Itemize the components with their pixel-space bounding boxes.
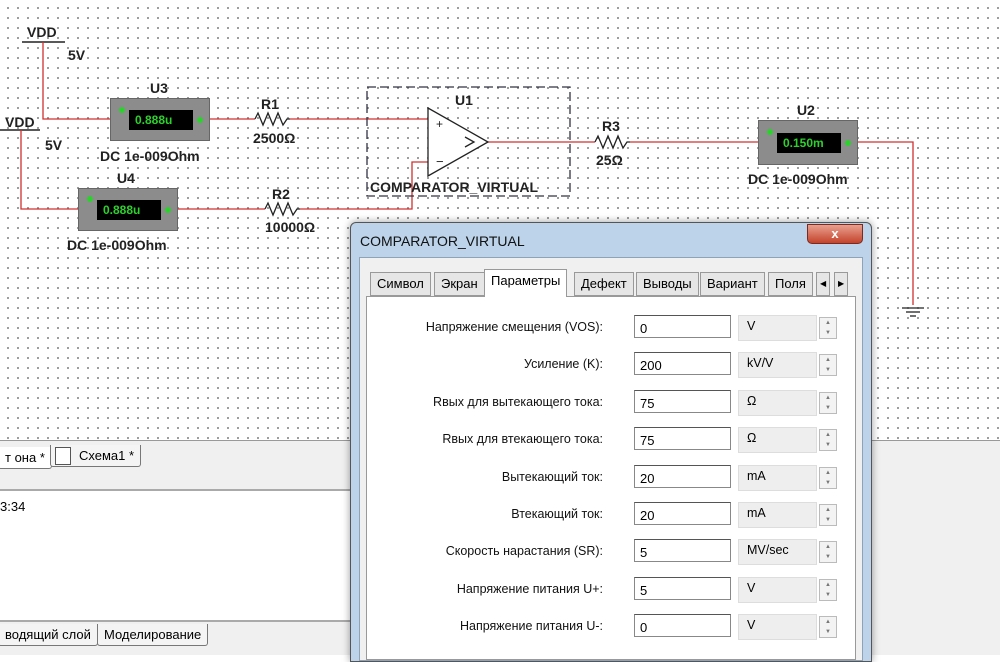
doc-tab-schema1[interactable]: Схема1 * xyxy=(50,445,142,467)
param-label: Rвых для втекающего тока: xyxy=(442,432,603,447)
param-row: Скорость нарастания (SR): 5 MV/sec ▲ ▼ xyxy=(367,539,855,566)
meter-u2[interactable]: 0.150m xyxy=(758,120,858,165)
resistor-r2-ref: R2 xyxy=(272,186,290,202)
resistor-r2-symbol xyxy=(264,201,300,217)
spinner-icon[interactable]: ▲ ▼ xyxy=(819,616,837,639)
param-row: Втекающий ток: 20 mA ▲ ▼ xyxy=(367,502,855,528)
comparator-name[interactable]: COMPARATOR_VIRTUAL xyxy=(370,179,538,195)
doc-tab-label: Схема1 * xyxy=(79,448,135,463)
param-label: Напряжение питания U+: xyxy=(456,581,603,596)
tab-symbol[interactable]: Символ xyxy=(370,272,431,296)
vdd-label: VDD xyxy=(5,114,35,130)
resistor-r3-value: 25Ω xyxy=(596,152,623,168)
param-label: Напряжение смещения (VOS): xyxy=(425,320,603,334)
comparator-minus: − xyxy=(436,154,444,169)
output-text: 3:34 xyxy=(0,499,26,514)
tab-parameters[interactable]: Параметры xyxy=(484,269,568,297)
param-label: Rвых для вытекающего тока: xyxy=(433,394,603,409)
meter-u4-caption: DC 1e-009Ohm xyxy=(67,237,167,253)
param-value-input[interactable]: 5 xyxy=(634,539,731,563)
tab-pins[interactable]: Выводы xyxy=(636,272,699,296)
resistor-r3-symbol xyxy=(594,134,630,150)
meter-u3[interactable]: 0.888u xyxy=(110,98,210,141)
param-unit-select[interactable]: Ω xyxy=(738,389,817,416)
param-value-input[interactable]: 20 xyxy=(634,502,731,525)
param-value-input[interactable]: 20 xyxy=(634,464,731,488)
parameters-panel: Напряжение смещения (VOS): 0 V ▲ ▼ Усилени… xyxy=(366,296,856,660)
spinner-icon[interactable]: ▲ ▼ xyxy=(819,466,837,489)
param-label: Втекающий ток: xyxy=(511,507,603,521)
param-row: Усиление (K): 200 kV/V ▲ ▼ xyxy=(367,352,855,379)
dialog-title: COMPARATOR_VIRTUAL xyxy=(360,233,525,249)
comparator-ref: U1 xyxy=(455,92,473,108)
meter-u2-display: 0.150m xyxy=(777,133,841,153)
param-unit-select[interactable]: MV/sec xyxy=(738,539,817,566)
vdd-label: VDD xyxy=(27,24,57,40)
param-value-input[interactable]: 5 xyxy=(634,576,731,600)
param-row: Rвых для вытекающего тока: 75 Ω ▲ ▼ xyxy=(367,389,855,416)
tab-scroll-right-icon[interactable]: ▶ xyxy=(834,272,849,296)
tab-display[interactable]: Экран xyxy=(434,272,485,296)
spinner-icon[interactable]: ▲ ▼ xyxy=(819,504,837,526)
param-unit-select[interactable]: kV/V xyxy=(738,352,817,379)
meter-u3-display: 0.888u xyxy=(129,110,193,130)
param-value-input[interactable]: 0 xyxy=(634,315,731,338)
param-value-input[interactable]: 75 xyxy=(634,389,731,413)
resistor-r1-value: 2500Ω xyxy=(253,130,296,146)
tab-fields[interactable]: Поля xyxy=(768,272,813,296)
param-label: Усиление (K): xyxy=(523,357,603,372)
schematic-file-icon xyxy=(55,447,71,465)
meter-u4-display: 0.888u xyxy=(97,200,161,220)
tab-scroll-left-icon[interactable]: ◀ xyxy=(816,272,831,296)
resistor-r1-ref: R1 xyxy=(261,96,279,112)
tab-variant[interactable]: Вариант xyxy=(700,272,765,296)
param-unit-select[interactable]: V xyxy=(738,614,817,641)
param-row: Вытекающий ток: 20 mA ▲ ▼ xyxy=(367,464,855,491)
param-unit-select[interactable]: V xyxy=(738,576,817,603)
meter-u2-caption: DC 1e-009Ohm xyxy=(748,171,848,187)
spinner-icon[interactable]: ▲ ▼ xyxy=(819,391,837,414)
param-value-input[interactable]: 75 xyxy=(634,427,731,451)
param-unit-select[interactable]: mA xyxy=(738,502,817,528)
param-label: Скорость нарастания (SR): xyxy=(445,544,603,559)
resistor-r1-symbol xyxy=(254,111,290,127)
meter-u3-ref: U3 xyxy=(150,80,168,96)
bottom-tab[interactable]: водящий слой xyxy=(0,624,98,646)
param-row: Напряжение питания U+: 5 V ▲ ▼ xyxy=(367,576,855,603)
param-value-input[interactable]: 0 xyxy=(634,614,731,638)
meter-u2-ref: U2 xyxy=(797,102,815,118)
param-value-input[interactable]: 200 xyxy=(634,352,731,376)
close-button[interactable]: x xyxy=(807,224,863,244)
vdd-voltage: 5V xyxy=(45,137,63,153)
comparator-plus: + xyxy=(436,117,443,131)
param-row: Напряжение смещения (VOS): 0 V ▲ ▼ xyxy=(367,315,855,341)
meter-u3-caption: DC 1e-009Ohm xyxy=(100,148,200,164)
param-unit-select[interactable]: V xyxy=(738,315,817,341)
spinner-icon[interactable]: ▲ ▼ xyxy=(819,541,837,564)
properties-dialog: COMPARATOR_VIRTUAL x Символ Экран Параме… xyxy=(350,222,872,662)
spinner-icon[interactable]: ▲ ▼ xyxy=(819,578,837,601)
spinner-icon[interactable]: ▲ ▼ xyxy=(819,429,837,452)
meter-u4[interactable]: 0.888u xyxy=(78,188,178,231)
bottom-tab-simulation[interactable]: Моделирование xyxy=(97,624,209,646)
spinner-icon[interactable]: ▲ ▼ xyxy=(819,317,837,339)
param-label: Напряжение питания U-: xyxy=(459,619,603,634)
resistor-r3-ref: R3 xyxy=(602,118,620,134)
resistor-r2-value: 10000Ω xyxy=(265,219,316,235)
spinner-icon[interactable]: ▲ ▼ xyxy=(819,354,837,377)
param-row: Rвых для втекающего тока: 75 Ω ▲ ▼ xyxy=(367,427,855,454)
meter-u4-ref: U4 xyxy=(117,170,135,186)
param-unit-select[interactable]: mA xyxy=(738,464,817,491)
vdd-voltage: 5V xyxy=(68,47,86,63)
param-unit-select[interactable]: Ω xyxy=(738,427,817,454)
param-label: Вытекающий ток: xyxy=(501,469,603,484)
tab-fault[interactable]: Дефект xyxy=(574,272,634,296)
ground-icon xyxy=(902,307,924,317)
param-row: Напряжение питания U-: 0 V ▲ ▼ xyxy=(367,614,855,641)
doc-tab[interactable]: т она * xyxy=(0,447,52,469)
